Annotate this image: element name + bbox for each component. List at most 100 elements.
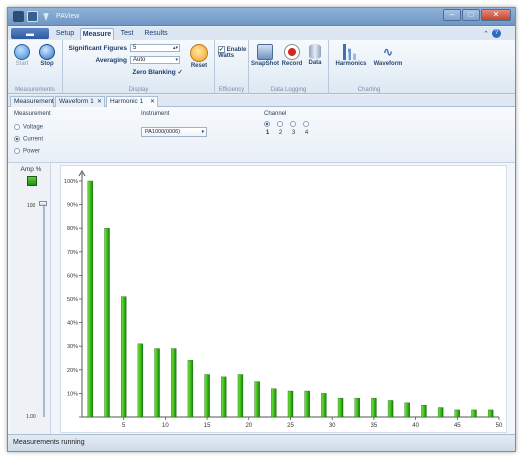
app-icon bbox=[13, 11, 24, 22]
averaging-select[interactable]: Auto ▾ bbox=[130, 56, 180, 64]
display-group: Significant Figures 5 ▴▾ Averaging Auto ▾ … bbox=[63, 40, 215, 94]
harmonic-bar bbox=[187, 360, 194, 418]
measurements-group: Start Stop Measurements bbox=[8, 40, 63, 94]
doc-tab-measurement[interactable]: Measurement bbox=[10, 96, 54, 107]
play-icon bbox=[14, 44, 30, 60]
app-window: PAView – □ ✕ ▬ Setup Measure Test Result… bbox=[7, 7, 516, 452]
charting-group-label: Charting bbox=[357, 87, 381, 93]
snapshot-button[interactable]: SnapShot bbox=[251, 44, 279, 67]
y-tick-label: 10% bbox=[67, 391, 78, 397]
radio-current[interactable]: Current bbox=[14, 136, 43, 143]
zero-blanking-label: Zero Blanking bbox=[132, 69, 176, 76]
channel-radio-1[interactable] bbox=[264, 121, 270, 127]
doc-tab-label: Measurement bbox=[14, 98, 54, 105]
scale-slider-thumb[interactable] bbox=[39, 201, 47, 206]
display-group-label: Display bbox=[128, 87, 149, 93]
x-tick-label: 50 bbox=[496, 423, 503, 429]
tab-measure[interactable]: Measure bbox=[80, 28, 114, 40]
measurement-label: Measurement bbox=[14, 111, 51, 117]
data-logging-group-label: Data Logging bbox=[270, 87, 307, 93]
channel-number: 4 bbox=[304, 130, 309, 136]
sig-figs-select[interactable]: 5 ▴▾ bbox=[130, 44, 180, 52]
tab-setup[interactable]: Setup bbox=[52, 28, 78, 40]
series-color-swatch[interactable] bbox=[27, 176, 37, 186]
quick-access-dropdown-icon[interactable] bbox=[43, 13, 49, 21]
y-tick-label: 100% bbox=[64, 179, 78, 185]
spin-icon: ▴▾ bbox=[172, 45, 178, 51]
status-bar: Measurements running bbox=[8, 434, 515, 451]
x-tick-label: 45 bbox=[454, 423, 461, 429]
harmonic-bar bbox=[104, 228, 110, 418]
bar-chart-icon bbox=[343, 44, 359, 60]
maximize-button[interactable]: □ bbox=[462, 9, 480, 21]
harmonics-chart: 10% 20% 30% 40% 50% 60% 70% 80% 90% 100% 5 10 15 20 25… bbox=[60, 165, 507, 433]
scale-slider-track[interactable] bbox=[43, 203, 45, 417]
averaging-label: Averaging bbox=[95, 57, 127, 64]
sig-figs-value: 5 bbox=[133, 45, 137, 51]
harmonics-button[interactable]: Harmonics bbox=[333, 44, 369, 67]
efficiency-group-label: Efficiency bbox=[218, 87, 245, 93]
radio-icon bbox=[14, 124, 20, 130]
document-tab-bar: Measurement Waveform 1 ✕ Harmonic 1 ✕ bbox=[8, 95, 515, 107]
radio-label: Power bbox=[23, 148, 41, 155]
start-label: Start bbox=[15, 61, 29, 67]
y-tick-label: 80% bbox=[67, 226, 78, 232]
reset-button[interactable]: Reset bbox=[187, 44, 211, 69]
harmonic-bar bbox=[87, 180, 94, 418]
sig-figs-label: Significant Figures bbox=[68, 45, 127, 52]
harmonic-bar bbox=[271, 388, 277, 418]
save-icon[interactable] bbox=[27, 11, 38, 22]
help-icon[interactable]: ? bbox=[492, 29, 501, 38]
x-tick-label: 10 bbox=[162, 423, 169, 429]
radio-power[interactable]: Power bbox=[14, 148, 40, 155]
doc-tab-label: Waveform 1 bbox=[59, 98, 94, 105]
record-icon bbox=[284, 44, 300, 60]
data-label: Data bbox=[308, 60, 322, 66]
x-tick-label: 15 bbox=[204, 423, 211, 429]
camera-icon bbox=[257, 44, 273, 60]
minimize-button[interactable]: – bbox=[443, 9, 461, 21]
doc-tab-waveform-1[interactable]: Waveform 1 ✕ bbox=[55, 96, 105, 107]
chevron-down-icon: ▾ bbox=[175, 57, 178, 63]
reset-icon bbox=[190, 44, 208, 62]
harmonic-settings-panel: Measurement Voltage Current Power Instru… bbox=[8, 107, 515, 163]
reset-label: Reset bbox=[190, 63, 208, 69]
harmonic-bar bbox=[254, 381, 260, 418]
status-text: Measurements running bbox=[13, 439, 85, 446]
radio-icon bbox=[14, 148, 20, 154]
zero-blanking-checkbox[interactable]: Zero Blanking ✓ bbox=[103, 68, 183, 76]
harmonic-bar bbox=[471, 409, 477, 418]
chart-content: Amp % 100 1.00 10% 20% 30% 40% 50% 60% 70% 80% 9… bbox=[8, 163, 515, 435]
harmonic-bar bbox=[387, 400, 394, 418]
close-tab-icon[interactable]: ✕ bbox=[150, 97, 155, 107]
data-button[interactable]: Data bbox=[304, 44, 326, 66]
tab-results[interactable]: Results bbox=[141, 28, 171, 40]
tab-test[interactable]: Test bbox=[116, 28, 138, 40]
enable-watts-checkbox[interactable]: ✓ Enable Watts bbox=[218, 46, 248, 59]
close-button[interactable]: ✕ bbox=[481, 9, 511, 21]
amp-percent-label: Amp % bbox=[20, 166, 42, 173]
harmonic-bar bbox=[337, 397, 344, 418]
channel-radio-2[interactable] bbox=[277, 121, 283, 127]
doc-tab-harmonic-1[interactable]: Harmonic 1 ✕ bbox=[106, 96, 158, 107]
harmonic-bar bbox=[454, 409, 460, 418]
instrument-value: PA1000(0006) bbox=[145, 129, 181, 135]
harmonic-bar bbox=[154, 348, 160, 418]
harmonic-bar bbox=[421, 404, 427, 418]
close-tab-icon[interactable]: ✕ bbox=[97, 97, 102, 107]
waveform-button[interactable]: ∿ Waveform bbox=[370, 44, 406, 67]
start-button[interactable]: Start bbox=[11, 44, 33, 67]
channel-label: Channel bbox=[264, 111, 287, 117]
harmonic-bar bbox=[204, 374, 210, 418]
channel-radio-3[interactable] bbox=[290, 121, 296, 127]
instrument-select[interactable]: PA1000(0006) ▾ bbox=[141, 127, 207, 137]
stop-button[interactable]: Stop bbox=[36, 44, 58, 67]
x-tick-label: 25 bbox=[287, 423, 294, 429]
channel-radio-4[interactable] bbox=[303, 121, 309, 127]
record-button[interactable]: Record bbox=[281, 44, 303, 67]
harmonic-bar bbox=[404, 402, 410, 418]
radio-voltage[interactable]: Voltage bbox=[14, 124, 43, 131]
application-menu-button[interactable]: ▬ bbox=[11, 28, 49, 39]
minimize-ribbon-icon[interactable]: ⌃ bbox=[483, 30, 489, 38]
slider-max-label: 100 bbox=[27, 203, 36, 209]
